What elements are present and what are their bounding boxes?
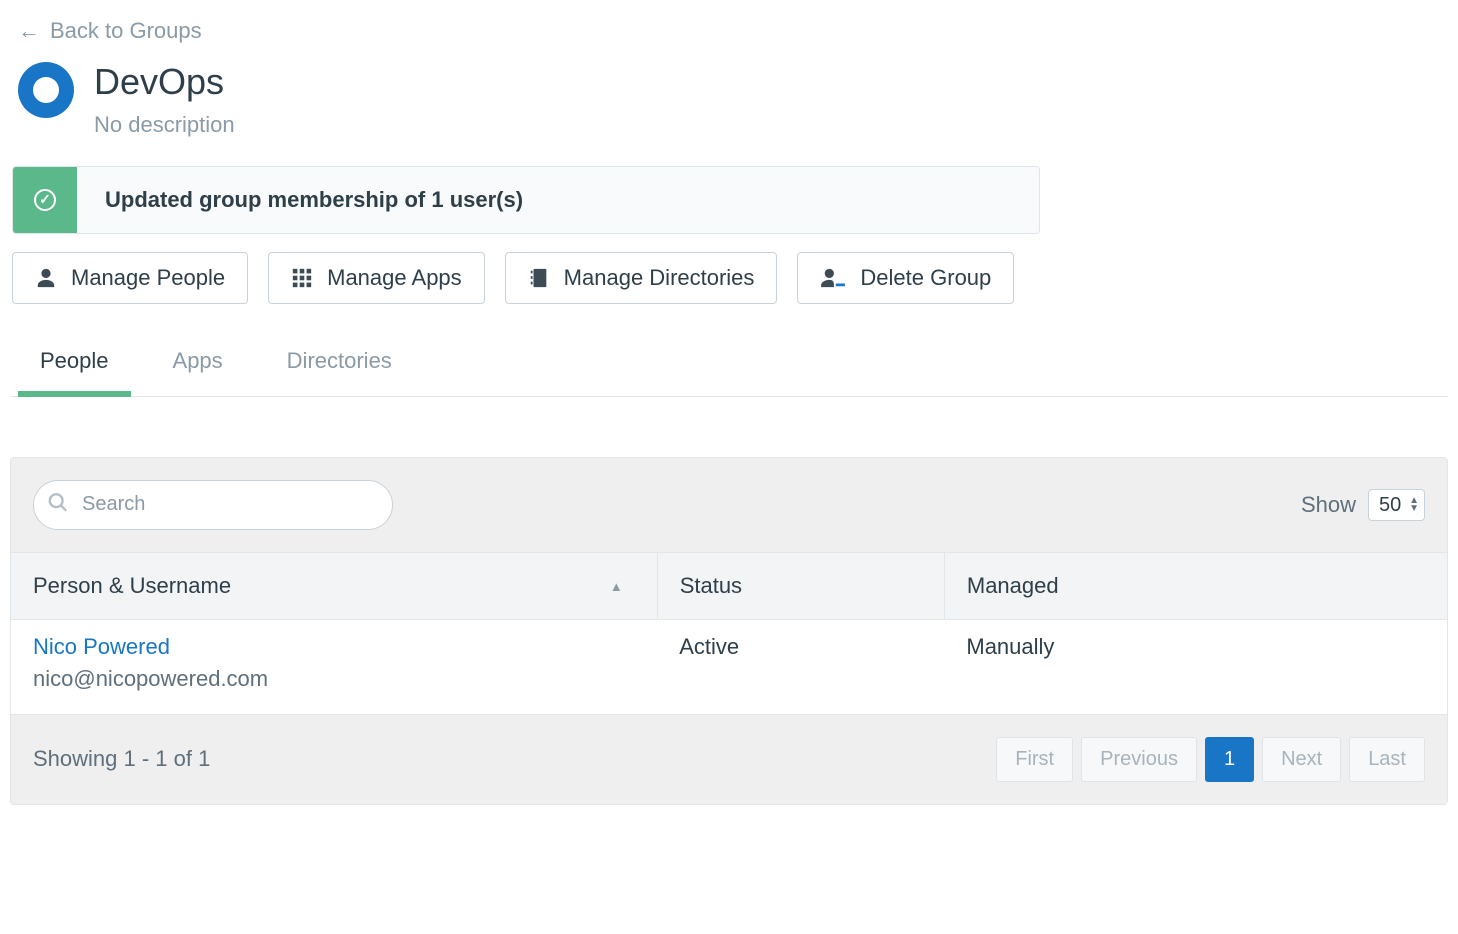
book-icon xyxy=(528,266,550,290)
show-controls: Show 50 ▲▼ xyxy=(1301,489,1425,521)
cell-managed: Manually xyxy=(944,619,1447,714)
alert-message: Updated group membership of 1 user(s) xyxy=(77,167,1039,233)
panel-footer: Showing 1 - 1 of 1 First Previous 1 Next… xyxy=(11,715,1447,804)
person-remove-icon xyxy=(820,267,846,289)
group-ring-icon xyxy=(18,62,74,118)
col-person-label: Person & Username xyxy=(33,573,231,598)
tab-people[interactable]: People xyxy=(36,334,113,396)
person-email: nico@nicopowered.com xyxy=(33,666,635,692)
show-label: Show xyxy=(1301,492,1356,518)
manage-directories-label: Manage Directories xyxy=(564,265,755,291)
col-managed[interactable]: Managed xyxy=(944,553,1447,620)
search-input[interactable] xyxy=(33,480,393,530)
back-link-label: Back to Groups xyxy=(50,18,202,44)
delete-group-button[interactable]: Delete Group xyxy=(797,252,1014,304)
pager-previous-button[interactable]: Previous xyxy=(1081,737,1197,782)
person-name-link[interactable]: Nico Powered xyxy=(33,634,635,660)
pager-page-1-button[interactable]: 1 xyxy=(1205,737,1254,782)
show-select[interactable]: 50 xyxy=(1368,489,1425,521)
group-title: DevOps xyxy=(94,62,235,102)
arrow-left-icon: ← xyxy=(18,18,40,44)
people-panel: Show 50 ▲▼ Person & Username ▲ Status xyxy=(10,457,1448,805)
pager-first-button[interactable]: First xyxy=(996,737,1073,782)
person-icon xyxy=(35,267,57,289)
manage-apps-label: Manage Apps xyxy=(327,265,462,291)
people-table: Person & Username ▲ Status Managed Nico … xyxy=(11,553,1447,715)
panel-toolbar: Show 50 ▲▼ xyxy=(11,458,1447,553)
back-to-groups-link[interactable]: ← Back to Groups xyxy=(10,10,202,58)
group-description: No description xyxy=(94,112,235,138)
table-row: Nico Powered nico@nicopowered.com Active… xyxy=(11,619,1447,714)
group-header: DevOps No description xyxy=(10,58,1448,164)
success-alert: ✓ Updated group membership of 1 user(s) xyxy=(12,166,1040,234)
search-icon xyxy=(47,491,69,518)
col-person-username[interactable]: Person & Username ▲ xyxy=(11,553,657,620)
sort-asc-icon: ▲ xyxy=(610,579,623,594)
action-row: Manage People Manage Apps Manage Directo… xyxy=(10,252,1448,334)
pager-last-button[interactable]: Last xyxy=(1349,737,1425,782)
manage-directories-button[interactable]: Manage Directories xyxy=(505,252,778,304)
check-circle-icon: ✓ xyxy=(34,189,56,211)
tab-apps[interactable]: Apps xyxy=(169,334,227,396)
cell-status: Active xyxy=(657,619,944,714)
col-status[interactable]: Status xyxy=(657,553,944,620)
pager-next-button[interactable]: Next xyxy=(1262,737,1341,782)
tab-directories[interactable]: Directories xyxy=(283,334,396,396)
tabs: People Apps Directories xyxy=(10,334,1448,397)
delete-group-label: Delete Group xyxy=(860,265,991,291)
search-wrap xyxy=(33,480,393,530)
manage-people-label: Manage People xyxy=(71,265,225,291)
manage-people-button[interactable]: Manage People xyxy=(12,252,248,304)
manage-apps-button[interactable]: Manage Apps xyxy=(268,252,485,304)
alert-icon-col: ✓ xyxy=(13,167,77,233)
pager: First Previous 1 Next Last xyxy=(996,737,1425,782)
showing-summary: Showing 1 - 1 of 1 xyxy=(33,746,210,772)
apps-grid-icon xyxy=(291,267,313,289)
